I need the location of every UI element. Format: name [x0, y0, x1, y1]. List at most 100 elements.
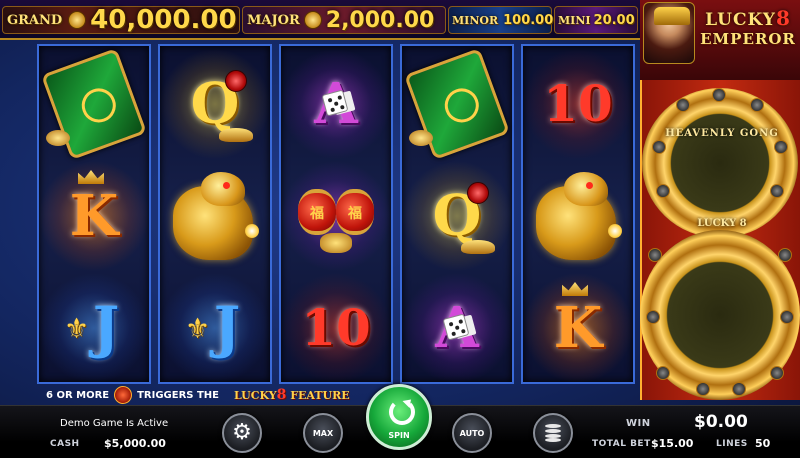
jackpot-grand-label: GRAND [7, 12, 63, 28]
logo-emperor-text: EMPEROR [700, 30, 796, 48]
coin-stack-icon [545, 424, 561, 442]
jack-symbol: J [92, 295, 120, 361]
emperor-portrait [643, 2, 695, 64]
reel-1-row-3: ⚜ J [39, 272, 149, 384]
reel-2-row-1: Q [160, 48, 270, 160]
reel-5: 10 K [521, 44, 635, 384]
win-value: $0.00 [694, 412, 748, 432]
king-symbol: K [69, 183, 119, 249]
max-bet-label: MAX [312, 428, 334, 438]
rose-icon [467, 182, 489, 204]
jack-symbol: J [213, 295, 241, 361]
jackpot-major-value: 2,000.00 [325, 7, 435, 33]
jackpot-minor-value: 100.00 [503, 12, 554, 28]
gong-stud-icon [774, 140, 788, 154]
dragon-pearl-icon [245, 224, 259, 238]
fleur-de-lis-icon: ⚜ [64, 312, 90, 345]
jackpot-minor-label: MINOR [452, 13, 499, 27]
ten-symbol: 10 [301, 298, 371, 357]
lucky8-gong-panel: HEAVENLY GONG LUCKY 8 [640, 80, 800, 400]
banner-text-1: 6 OR MORE [46, 389, 110, 401]
dragon-eye [223, 182, 230, 189]
jackpot-mini-label: MINI [558, 13, 591, 27]
jackpot-major: MAJOR 2,000.00 [242, 6, 446, 34]
reel-5-row-1: 10 [523, 48, 633, 160]
dragon-head [201, 172, 245, 206]
gold-ingot-icon [219, 128, 253, 142]
ten-symbol: 10 [543, 74, 613, 133]
jackpot-grand-value: 40,000.00 [90, 5, 237, 35]
heavenly-gong-ring [642, 88, 798, 238]
reel-5-row-2 [523, 160, 633, 272]
reel-1: K ⚜ J [37, 44, 151, 384]
reel-2-row-3: ⚜ J [160, 272, 270, 384]
gear-icon: ⚙ [232, 420, 252, 445]
gong-stud-icon [648, 248, 662, 262]
dragon-eye [586, 182, 593, 189]
dragon-head [564, 172, 608, 206]
gong-stud-icon [770, 184, 784, 198]
settings-button[interactable]: ⚙ [222, 413, 262, 453]
reel-4: Q A [400, 44, 514, 384]
crown-icon [562, 282, 588, 296]
game-logo: LUCKY8 EMPEROR [640, 0, 800, 80]
reel-5-row-3: K [523, 272, 633, 384]
cash-value: $5,000.00 [104, 437, 166, 450]
coin-icon [303, 11, 322, 29]
spin-label: SPIN [388, 431, 410, 440]
lantern-icon: 福 [336, 189, 374, 235]
gong-stud-icon [652, 140, 666, 154]
golden-dragon-symbol [528, 168, 628, 264]
jackpot-minor: MINOR 100.00 [448, 6, 554, 34]
lanterns-symbol: 福 福 [288, 171, 384, 261]
reel-4-row-1 [402, 48, 512, 160]
reel-1-row-1 [39, 48, 149, 160]
total-bet-value: $15.00 [651, 437, 694, 450]
gong-stud-icon [646, 310, 660, 324]
lucky-coin-icon [114, 386, 133, 404]
fleur-de-lis-icon: ⚜ [185, 312, 211, 345]
gold-ingot-icon [461, 240, 495, 254]
demo-status: Demo Game Is Active [60, 418, 169, 429]
reel-4-row-3: A [402, 272, 512, 384]
banner-lucky-text: LUCKY [234, 389, 277, 402]
gong-stud-icon [780, 310, 794, 324]
gong-stud-icon [696, 382, 710, 396]
autoplay-label: AUTO [459, 428, 485, 438]
coin-icon [68, 11, 87, 29]
heavenly-gong-label: HEAVENLY GONG [665, 128, 779, 139]
lucky8-gong-label: LUCKY 8 [697, 218, 747, 229]
gong-stud-icon [656, 184, 670, 198]
jackpot-mini: MINI 20.00 [554, 6, 638, 34]
rose-icon [225, 70, 247, 92]
max-bet-button[interactable]: MAX [303, 413, 343, 453]
cash-label: CASH [50, 439, 80, 449]
banner-text-2: TRIGGERS THE [137, 389, 220, 401]
feature-banner: 6 OR MORE TRIGGERS THE LUCKY8 FEATURE [46, 385, 350, 405]
lantern-icon: 福 [298, 189, 336, 235]
golden-dragon-symbol [165, 168, 265, 264]
banner-eight: 8 [276, 387, 287, 403]
spin-button[interactable]: SPIN [366, 384, 432, 450]
gong-stud-icon [750, 98, 764, 112]
reel-3-row-1: A [281, 48, 391, 160]
jackpot-bar: GRAND 40,000.00 MAJOR 2,000.00 MINOR 100… [0, 0, 640, 40]
reel-2-row-2 [160, 160, 270, 272]
gong-stud-icon [770, 366, 784, 380]
logo-lucky-text: LUCKY [705, 10, 776, 30]
game-stage: GRAND 40,000.00 MAJOR 2,000.00 MINOR 100… [0, 0, 800, 458]
total-bet-label: TOTAL BET [592, 439, 651, 449]
coin-pile-icon [409, 130, 433, 146]
logo-eight: 8 [775, 6, 791, 30]
gong-stud-icon [732, 382, 746, 396]
lines-value: 50 [755, 437, 771, 450]
bet-selector-button[interactable] [533, 413, 573, 453]
emperor-hat-icon [654, 7, 690, 25]
banner-feature-text: FEATURE [290, 389, 350, 402]
gong-stud-icon [676, 98, 690, 112]
jackpot-mini-value: 20.00 [593, 12, 635, 28]
autoplay-button[interactable]: AUTO [452, 413, 492, 453]
win-label: WIN [626, 418, 651, 429]
banner-feature-logo: LUCKY8 FEATURE [234, 387, 350, 403]
jackpot-grand: GRAND 40,000.00 [2, 5, 240, 35]
